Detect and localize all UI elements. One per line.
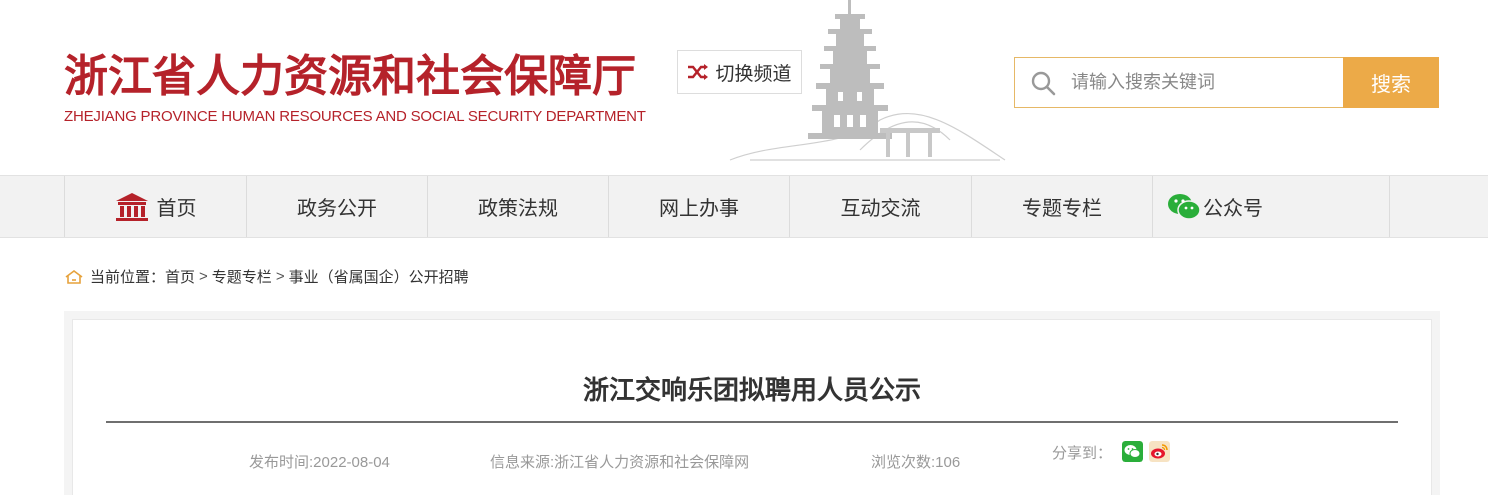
nav-label-policies: 政策法规 [478,198,558,220]
breadcrumb-recruitment[interactable]: 事业（省属国企）公开招聘 [289,266,469,287]
site-header: 浙江省人力资源和社会保障厅 ZHEJIANG PROVINCE HUMAN RE… [0,0,1488,175]
site-logo-title[interactable]: 浙江省人力资源和社会保障厅 [64,40,636,104]
nav-label-interaction: 互动交流 [840,198,921,220]
nav-item-home[interactable]: 首页 [65,176,247,237]
search-icon [1015,70,1071,96]
nav-label-official-account: 公众号 [1203,198,1263,220]
wechat-icon [1168,193,1201,220]
breadcrumb-prefix: 当前位置： [90,269,166,286]
main-nav: 首页 政务公开 政策法规 网上办事 互动交流 专题专栏 公众号 [0,175,1488,238]
article-title: 浙江交响乐团拟聘用人员公示 [582,375,921,405]
search-box [1014,57,1344,108]
nav-label-government-affairs: 政务公开 [297,198,377,220]
breadcrumb-separator: > [199,268,208,285]
nav-item-official-account[interactable]: 公众号 [1153,176,1390,237]
share-label: 分享到： [1052,445,1113,462]
nav-item-government-affairs[interactable]: 政务公开 [247,176,428,237]
publish-time: 发布时间:2022-08-04 [249,454,390,471]
breadcrumb-home[interactable]: 首页 [165,266,195,287]
article-source: 信息来源:浙江省人力资源和社会保障网 [490,454,750,471]
search-input[interactable] [1071,72,1331,93]
nav-label-online-services: 网上办事 [659,198,739,220]
nav-label-special-topics: 专题专栏 [1022,198,1102,220]
home-icon [65,269,83,284]
pagoda-illustration [729,0,1006,161]
nav-label-home: 首页 [156,198,197,220]
title-divider [106,421,1398,423]
nav-item-interaction[interactable]: 互动交流 [790,176,972,237]
shuffle-icon [688,64,709,80]
breadcrumb-special-topics[interactable]: 专题专栏 [212,266,272,287]
nav-item-special-topics[interactable]: 专题专栏 [972,176,1153,237]
site-logo-subtitle: ZHEJIANG PROVINCE HUMAN RESOURCES AND SO… [64,108,646,125]
breadcrumb: 当前位置： 首页 > 专题专栏 > 事业（省属国企）公开招聘 [64,266,469,287]
search-button[interactable]: 搜索 [1343,57,1439,108]
nav-item-policies[interactable]: 政策法规 [428,176,609,237]
breadcrumb-separator: > [275,268,285,285]
nav-item-online-services[interactable]: 网上办事 [609,176,790,237]
wechat-share-icon[interactable] [1122,441,1143,462]
weibo-share-icon[interactable] [1149,441,1170,462]
view-count: 浏览次数:106 [871,454,961,471]
building-icon [115,192,148,221]
